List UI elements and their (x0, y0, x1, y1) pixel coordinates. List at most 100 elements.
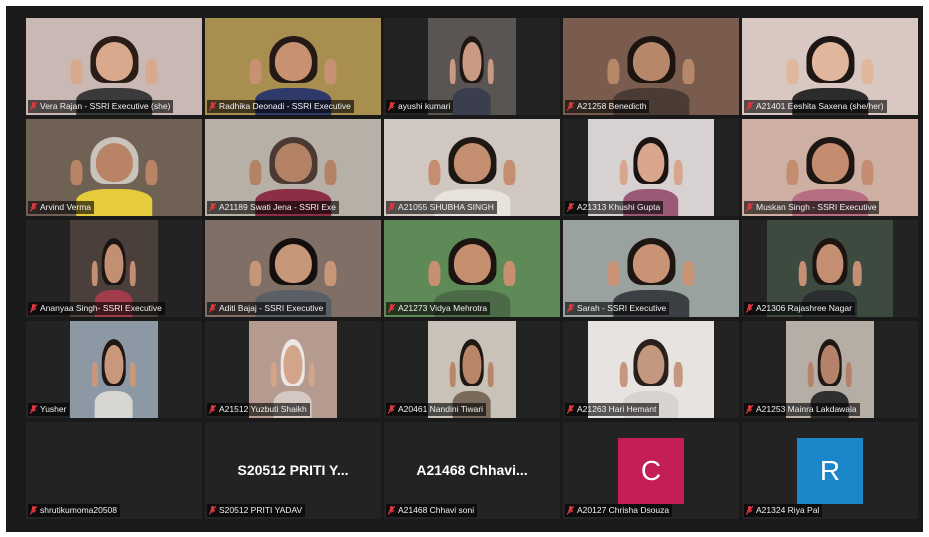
participant-name: A21273 Vidya Mehrotra (398, 303, 488, 313)
waving-hand (786, 58, 799, 85)
participant-tile[interactable]: A20461 Nandini Tiwari (384, 321, 560, 418)
participant-figure (87, 333, 142, 418)
participant-tile[interactable]: A21189 Swati Jena - SSRI Exe (205, 119, 381, 216)
waving-hand (503, 159, 516, 186)
waving-hand (70, 58, 83, 85)
participant-tile[interactable]: A21258 Benedicth (563, 18, 739, 115)
waving-hand (249, 58, 262, 85)
face (632, 41, 670, 81)
participant-name-tag: shrutikumoma20508 (28, 504, 121, 517)
participant-display-name: A21468 Chhavi... (416, 462, 528, 478)
participant-tile[interactable]: shrutikumoma20508 (26, 422, 202, 519)
face (462, 344, 482, 384)
torso (452, 87, 492, 115)
participant-tile[interactable]: Yusher (26, 321, 202, 418)
participant-name: A20461 Nandini Tiwari (398, 404, 484, 414)
participant-name-tag: Vera Rajan - SSRI Executive (she) (28, 100, 174, 113)
waving-hand (70, 159, 83, 186)
waving-hand (271, 361, 278, 388)
participant-tile[interactable]: A21313 Khushi Gupta (563, 119, 739, 216)
mic-muted-icon (208, 404, 217, 414)
participant-name-tag: Ananyaa Singh- SSRI Executive (28, 302, 165, 315)
participant-tile[interactable]: A21512 Yuzbuti Shaikh (205, 321, 381, 418)
waving-hand (145, 58, 158, 85)
participant-tile[interactable]: Muskan Singh - SSRI Executive (742, 119, 918, 216)
face (274, 142, 312, 182)
participant-tile[interactable]: Vera Rajan - SSRI Executive (she) (26, 18, 202, 115)
participant-name-tag: A21189 Swati Jena - SSRI Exe (207, 201, 340, 214)
mic-muted-icon (566, 303, 575, 313)
participant-tile[interactable]: Aditi Bajaj - SSRI Executive (205, 220, 381, 317)
participant-tile[interactable]: A21468 Chhavi... A21468 Chhavi soni (384, 422, 560, 519)
waving-hand (324, 159, 337, 186)
participant-name-tag: A21306 Rajashree Nagar (744, 302, 855, 315)
waving-hand (487, 361, 494, 388)
face (632, 243, 670, 283)
participant-name: A21263 Hari Hemant (577, 404, 657, 414)
waving-hand (450, 361, 457, 388)
participant-tile[interactable]: S20512 PRITI Y... S20512 PRITI YADAV (205, 422, 381, 519)
face (816, 243, 844, 283)
waving-hand (619, 361, 629, 388)
participant-tile[interactable]: Ananyaa Singh- SSRI Executive (26, 220, 202, 317)
participant-display-name: S20512 PRITI Y... (237, 462, 349, 478)
face (811, 41, 849, 81)
avatar: R (797, 438, 863, 504)
participant-name: shrutikumoma20508 (40, 505, 118, 515)
participant-name: Vera Rajan - SSRI Executive (she) (40, 101, 171, 111)
waving-hand (129, 361, 136, 388)
participant-name: A21055 SHUBHA SINGH (398, 202, 494, 212)
mic-muted-icon (29, 505, 38, 515)
waving-hand (324, 260, 337, 287)
waving-hand (249, 159, 262, 186)
participant-name: A21401 Eeshita Saxena (she/her) (756, 101, 884, 111)
waving-hand (798, 260, 808, 287)
mic-muted-icon (745, 404, 754, 414)
mic-muted-icon (208, 101, 217, 111)
participant-name: A21313 Khushi Gupta (577, 202, 661, 212)
face (811, 142, 849, 182)
participant-name-tag: S20512 PRITI YADAV (207, 504, 306, 517)
mic-muted-icon (387, 404, 396, 414)
participant-name-tag: A21258 Benedicth (565, 100, 650, 113)
participant-tile[interactable]: Radhika Deonadi - SSRI Executive (205, 18, 381, 115)
participant-tile[interactable]: ayushi kumari (384, 18, 560, 115)
waving-hand (487, 58, 494, 85)
participant-tile[interactable]: A21306 Rajashree Nagar (742, 220, 918, 317)
participant-name-tag: Aditi Bajaj - SSRI Executive (207, 302, 327, 315)
participant-tile[interactable]: C A20127 Chrisha Dsouza (563, 422, 739, 519)
mic-muted-icon (745, 202, 754, 212)
participant-gallery: Vera Rajan - SSRI Executive (she) Radhika… (26, 18, 922, 526)
participant-name-tag: ayushi kumari (386, 100, 454, 113)
participant-tile[interactable]: Arvind Verma (26, 119, 202, 216)
participant-name-tag: A21512 Yuzbuti Shaikh (207, 403, 310, 416)
participant-tile[interactable]: A21055 SHUBHA SINGH (384, 119, 560, 216)
mic-muted-icon (745, 303, 754, 313)
waving-hand (682, 260, 695, 287)
mic-muted-icon (387, 505, 396, 515)
participant-tile[interactable]: A21263 Hari Hemant (563, 321, 739, 418)
waving-hand (682, 58, 695, 85)
waving-hand (786, 159, 799, 186)
waving-hand (249, 260, 262, 287)
participant-name-tag: A21263 Hari Hemant (565, 403, 660, 416)
waving-hand (428, 159, 441, 186)
participant-video (70, 321, 158, 418)
participant-tile[interactable]: A21253 Mainra Lakdawala (742, 321, 918, 418)
participant-name-tag: Sarah - SSRI Executive (565, 302, 670, 315)
mic-muted-icon (208, 202, 217, 212)
participant-tile[interactable]: R A21324 Riya Pal (742, 422, 918, 519)
waving-hand (673, 159, 683, 186)
waving-hand (308, 361, 315, 388)
participant-name-tag: Arvind Verma (28, 201, 95, 214)
waving-hand (450, 58, 457, 85)
participant-tile[interactable]: Sarah - SSRI Executive (563, 220, 739, 317)
meeting-window: Vera Rajan - SSRI Executive (she) Radhika… (6, 6, 923, 532)
participant-tile[interactable]: A21273 Vidya Mehrotra (384, 220, 560, 317)
participant-name-tag: A21253 Mainra Lakdawala (744, 403, 860, 416)
face (274, 243, 312, 283)
participant-tile[interactable]: A21401 Eeshita Saxena (she/her) (742, 18, 918, 115)
waving-hand (607, 260, 620, 287)
face (274, 41, 312, 81)
waving-hand (503, 260, 516, 287)
